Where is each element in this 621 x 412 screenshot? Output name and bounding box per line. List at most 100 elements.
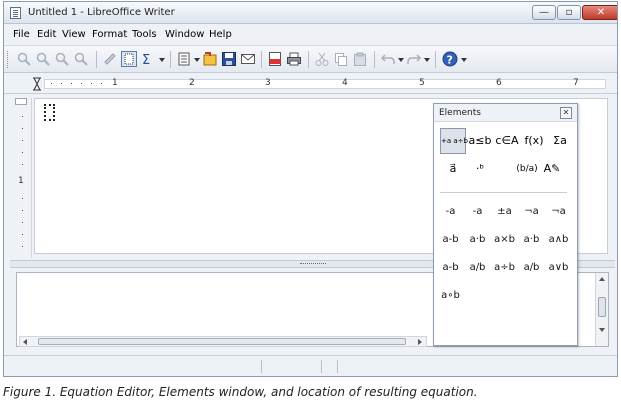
ruler-number: 4 — [342, 78, 348, 88]
category-functions[interactable]: f(x) — [521, 128, 547, 154]
writer-document-icon — [10, 7, 21, 19]
open-icon[interactable] — [176, 51, 192, 67]
symbols-icon[interactable]: Σ — [140, 51, 156, 67]
cut-icon[interactable] — [314, 51, 330, 67]
ruler-number: 3 — [265, 78, 271, 88]
toolbar-separator — [435, 51, 436, 68]
menu-tools[interactable]: Tools — [132, 29, 157, 40]
help-icon[interactable]: ? — [442, 51, 458, 67]
maximize-button[interactable]: ▫ — [557, 5, 581, 20]
category-others[interactable]: A✎ — [539, 156, 565, 182]
ruler-tick — [22, 246, 23, 247]
ruler-tick — [22, 152, 23, 153]
toolbar-separator — [170, 51, 171, 68]
symbol-item[interactable]: -a — [437, 201, 464, 223]
minimize-button[interactable]: — — [532, 5, 556, 20]
menu-format[interactable]: Format — [92, 29, 127, 40]
formula-placeholder[interactable] — [44, 104, 55, 121]
symbol-item[interactable]: a×b — [491, 229, 518, 251]
command-vertical-scrollbar[interactable] — [595, 273, 608, 346]
ruler-tick — [22, 210, 23, 211]
app-window: Untitled 1 - LibreOffice Writer — ▫ ✕ Fi… — [3, 1, 618, 377]
ruler-tick — [22, 128, 23, 129]
ruler-tick — [51, 83, 52, 84]
scroll-left-icon[interactable] — [23, 339, 27, 345]
new-icon[interactable] — [202, 51, 218, 67]
splitter-grip-icon[interactable] — [300, 263, 326, 265]
open-dropdown-icon[interactable] — [194, 58, 200, 62]
redo-dropdown-icon[interactable] — [424, 58, 430, 62]
update-icon[interactable] — [102, 51, 118, 67]
title-bar[interactable]: Untitled 1 - LibreOffice Writer — ▫ ✕ — [4, 2, 617, 24]
symbol-item[interactable]: ±a — [491, 201, 518, 223]
category-attributes[interactable]: a⃗ — [440, 156, 466, 182]
symbol-item[interactable]: a/b — [464, 257, 491, 279]
symbol-item[interactable]: a∨b — [545, 257, 572, 279]
svg-text:?: ? — [447, 54, 453, 67]
symbol-item[interactable]: a÷b — [491, 257, 518, 279]
print-icon[interactable] — [286, 51, 302, 67]
scroll-down-icon[interactable] — [599, 328, 605, 332]
close-button[interactable]: ✕ — [582, 5, 617, 20]
ruler-tick — [22, 198, 23, 199]
command-horizontal-scrollbar[interactable] — [19, 336, 427, 347]
zoom-100-icon[interactable] — [54, 51, 70, 67]
ruler-track[interactable] — [44, 79, 606, 89]
figure-caption: Figure 1. Equation Editor, Elements wind… — [3, 385, 478, 399]
ruler-number: 1 — [112, 78, 118, 88]
toolbar-options-icon[interactable] — [461, 58, 467, 62]
ruler-number: 7 — [573, 78, 579, 88]
elements-panel-header[interactable]: Elements ✕ — [434, 104, 577, 122]
category-set-operations[interactable]: c∈A — [494, 128, 520, 154]
menu-edit[interactable]: Edit — [37, 29, 56, 40]
redo-icon[interactable] — [406, 51, 422, 67]
menu-view[interactable]: View — [62, 29, 86, 40]
menu-window[interactable]: Window — [165, 29, 204, 40]
paste-icon[interactable] — [352, 51, 368, 67]
toolbar-grip[interactable] — [7, 51, 10, 68]
ruler-number: 5 — [419, 78, 425, 88]
symbol-item[interactable]: ¬a — [545, 201, 572, 223]
category-formats[interactable]: (b/a) — [514, 156, 540, 182]
symbols-dropdown-icon[interactable] — [159, 58, 165, 62]
symbol-item[interactable]: a∘b — [437, 285, 464, 307]
ruler-tick — [22, 234, 23, 235]
ruler-tick — [81, 83, 82, 84]
elements-close-button[interactable]: ✕ — [560, 107, 572, 119]
formula-cursor-icon[interactable] — [121, 51, 137, 67]
zoom-page-icon[interactable] — [73, 51, 89, 67]
export-pdf-icon[interactable] — [267, 51, 283, 67]
ruler-tick — [22, 140, 23, 141]
tab-stop-icon[interactable] — [32, 77, 42, 91]
toolbar-separator — [96, 51, 97, 68]
email-icon[interactable] — [240, 51, 256, 67]
category-unary-binary[interactable]: +a a÷b — [440, 128, 468, 154]
undo-dropdown-icon[interactable] — [398, 58, 404, 62]
symbol-item[interactable]: a·b — [518, 229, 545, 251]
symbol-item[interactable]: ¬a — [518, 201, 545, 223]
ruler-number: 6 — [496, 78, 502, 88]
scroll-right-icon[interactable] — [418, 339, 422, 345]
menu-file[interactable]: File — [13, 29, 30, 40]
status-field — [321, 360, 322, 373]
status-bar — [4, 355, 617, 376]
symbol-item[interactable]: a-b — [437, 257, 464, 279]
category-brackets[interactable]: ·ᵇ — [467, 156, 493, 182]
copy-icon[interactable] — [333, 51, 349, 67]
symbol-item[interactable]: a∧b — [545, 229, 572, 251]
symbol-item[interactable]: -a — [464, 201, 491, 223]
symbol-item[interactable]: a-b — [437, 229, 464, 251]
save-icon[interactable] — [221, 51, 237, 67]
undo-icon[interactable] — [380, 51, 396, 67]
zoom-in-icon[interactable] — [16, 51, 32, 67]
command-scroll-thumb[interactable] — [598, 297, 606, 317]
ruler-tick — [22, 164, 23, 165]
symbol-item[interactable]: a/b — [518, 257, 545, 279]
symbol-item[interactable]: a·b — [464, 229, 491, 251]
scroll-up-icon[interactable] — [599, 277, 605, 281]
zoom-out-icon[interactable] — [35, 51, 51, 67]
category-relations[interactable]: a≤b — [467, 128, 493, 154]
menu-help[interactable]: Help — [209, 29, 232, 40]
command-h-scroll-thumb[interactable] — [38, 338, 406, 345]
category-operators[interactable]: Σa — [547, 128, 573, 154]
